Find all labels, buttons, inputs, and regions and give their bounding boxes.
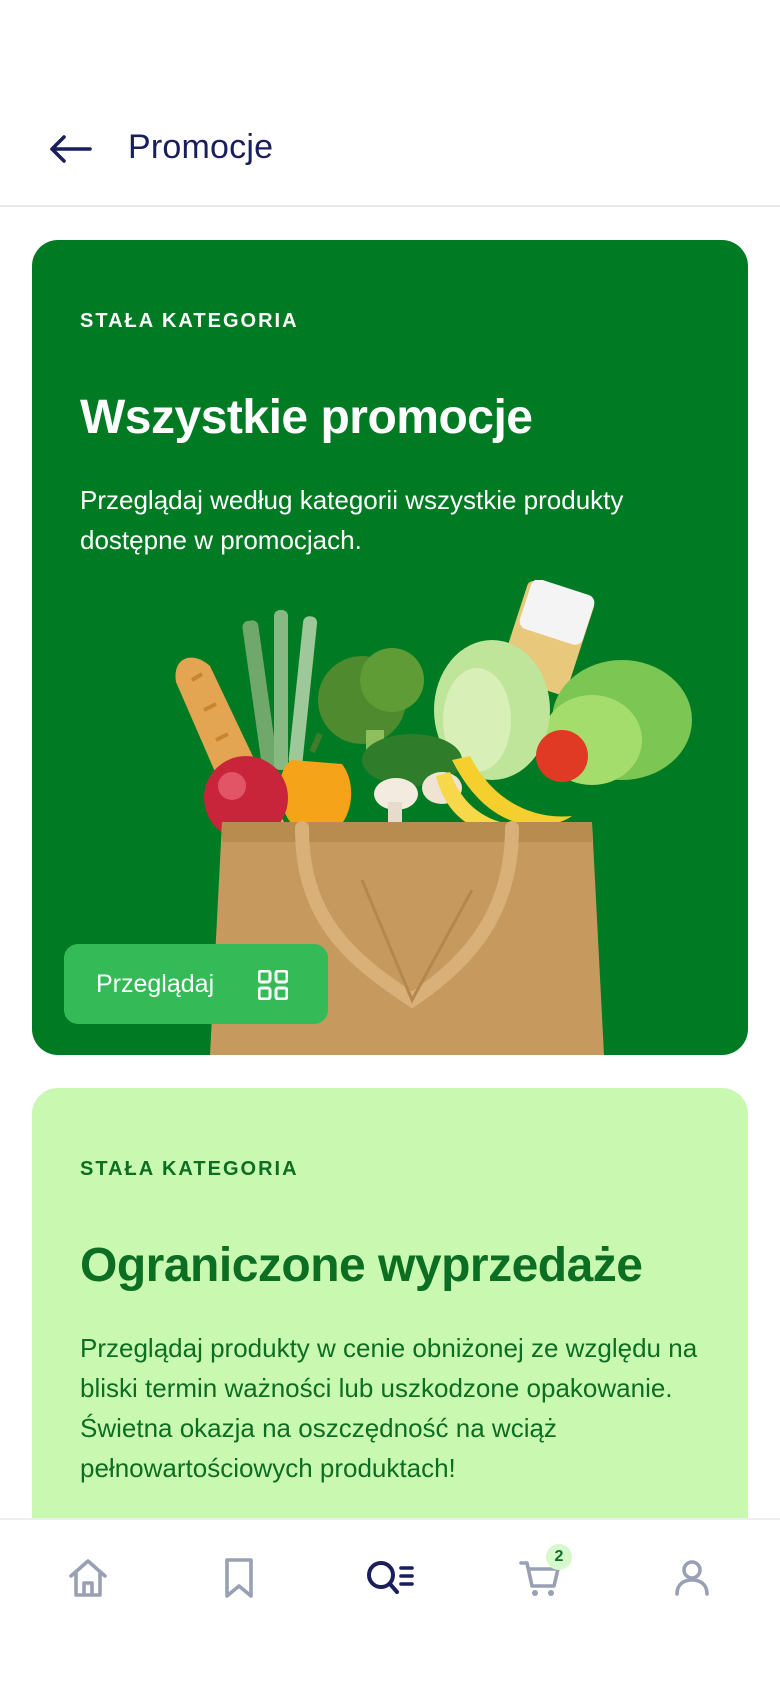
card-eyebrow: STAŁA KATEGORIA <box>80 1158 299 1180</box>
home-icon <box>69 1559 107 1597</box>
card-title: Wszystkie promocje <box>80 391 533 444</box>
bookmark-icon <box>225 1558 253 1598</box>
search-list-icon <box>367 1561 414 1594</box>
card-description: Przeglądaj produkty w cenie obniżonej ze… <box>80 1333 698 1483</box>
nav-profile[interactable] <box>660 1548 724 1608</box>
arrow-left-icon <box>50 135 92 163</box>
nav-home[interactable] <box>56 1548 120 1608</box>
card-title: Ograniczone wyprzedaże <box>80 1239 643 1292</box>
grid-icon <box>258 970 288 1000</box>
browse-button[interactable]: Przeglądaj <box>64 944 328 1024</box>
all-promotions-card[interactable]: STAŁA KATEGORIA Wszystkie promocje Przeg… <box>32 240 748 1055</box>
bottom-navigation: 2 <box>0 1518 780 1688</box>
nav-promotions[interactable] <box>358 1548 422 1608</box>
nav-saved[interactable] <box>207 1548 271 1608</box>
page-title: Promocje <box>128 128 274 166</box>
profile-icon <box>675 1560 709 1596</box>
nav-cart[interactable]: 2 <box>508 1544 572 1608</box>
cart-count-badge: 2 <box>546 1544 572 1570</box>
browse-button-label: Przeglądaj <box>96 969 215 998</box>
back-button[interactable] <box>44 126 96 172</box>
card-description: Przeglądaj według kategorii wszystkie pr… <box>80 485 624 555</box>
card-eyebrow: STAŁA KATEGORIA <box>80 310 299 332</box>
top-bar: Promocje <box>0 0 780 207</box>
